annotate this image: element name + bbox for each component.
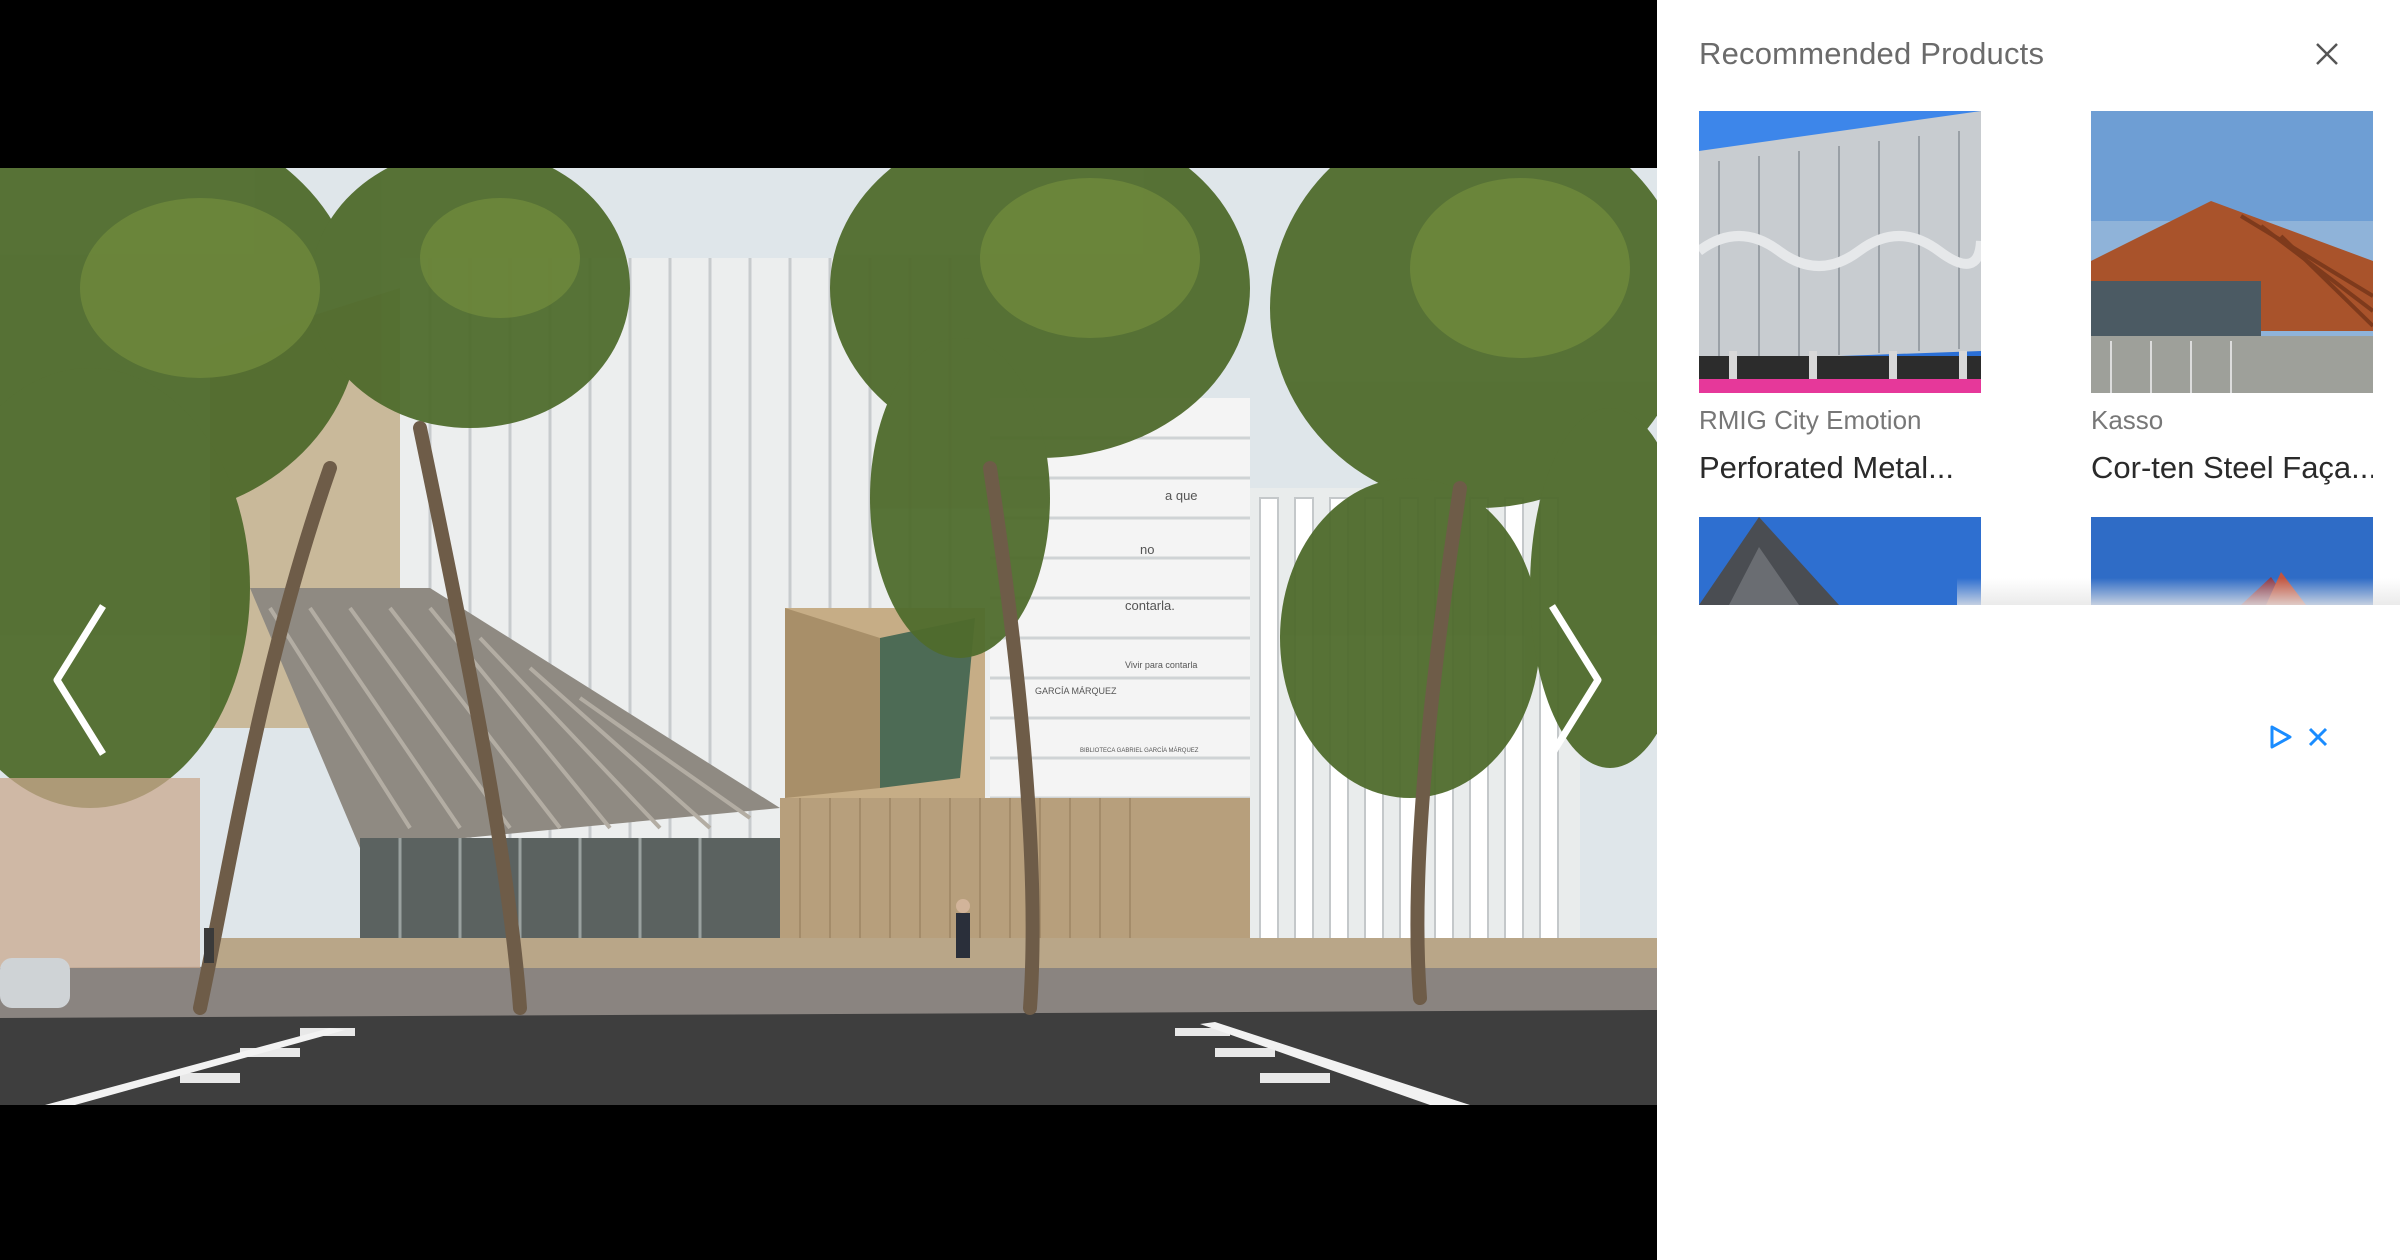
product-thumbnail — [1699, 517, 1981, 605]
gallery-photo: a que no contarla. Vivir para contarla G… — [0, 168, 1657, 1105]
close-icon[interactable] — [2304, 723, 2332, 751]
product-name: Cor-ten Steel Faça... — [2091, 450, 2373, 485]
facade-text: a que — [1165, 488, 1198, 503]
facade-text: contarla. — [1125, 598, 1175, 613]
facade-text: Vivir para contarla — [1125, 660, 1197, 670]
chevron-right-icon — [1540, 598, 1610, 767]
product-brand: Kasso — [2091, 405, 2164, 435]
ad-container[interactable] — [1657, 605, 2400, 1260]
adchoices-icon[interactable] — [2266, 723, 2294, 751]
chevron-left-icon — [45, 598, 115, 767]
close-icon — [2309, 43, 2345, 76]
product-thumbnail — [2091, 111, 2373, 393]
facade-text: BIBLIOTECA GABRIEL GARCÍA MÁRQUEZ — [1080, 747, 1199, 754]
product-card[interactable]: Kasso Cor-ten Steel Faça... — [2091, 111, 2373, 486]
panel-title: Recommended Products — [1699, 36, 2045, 71]
product-card[interactable] — [1699, 517, 1981, 605]
close-panel-button[interactable] — [2309, 36, 2345, 72]
product-brand: RMIG City Emotion — [1699, 405, 1922, 435]
facade-text: no — [1140, 542, 1154, 557]
recommended-products-panel: Recommended Products RMIG City Emotion P… — [1657, 0, 2400, 1260]
previous-image-button[interactable] — [35, 592, 125, 772]
product-name: Perforated Metal... — [1699, 450, 1955, 485]
ad-controls — [2266, 723, 2332, 751]
next-image-button[interactable] — [1530, 592, 1620, 772]
scroll-fade — [1957, 578, 2400, 608]
product-thumbnail — [1699, 111, 1981, 393]
product-card[interactable]: RMIG City Emotion Perforated Metal... — [1699, 111, 1981, 486]
facade-text: GARCÍA MÁRQUEZ — [1035, 686, 1117, 696]
gallery-viewer: a que no contarla. Vivir para contarla G… — [0, 0, 1657, 1260]
